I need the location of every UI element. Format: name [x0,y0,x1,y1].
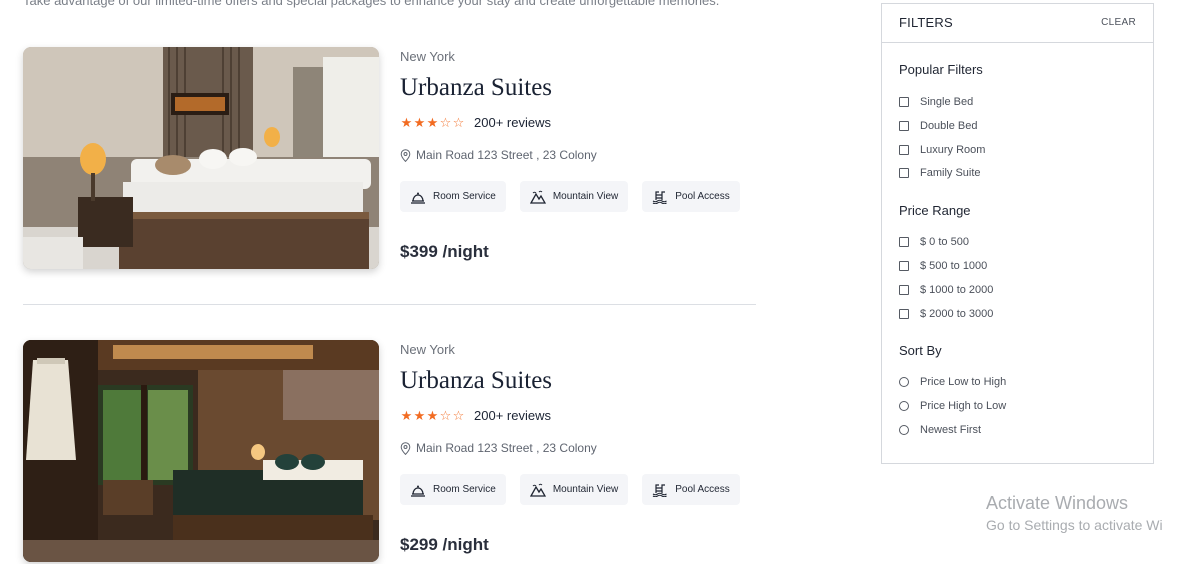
popular-filters-title: Popular Filters [899,62,983,77]
checkbox[interactable] [899,285,909,295]
sort-newest-first[interactable]: Newest First [899,424,981,436]
hotel-photo[interactable] [23,47,379,269]
hotel-rating: ★ ★ ★ ☆ ☆ 200+ reviews [400,408,551,423]
star-filled-icon: ★ [426,114,439,130]
amenity-label: Room Service [433,191,496,202]
star-empty-icon: ☆ [452,407,465,423]
filter-luxury-room[interactable]: Luxury Room [899,144,985,156]
checkbox[interactable] [899,309,909,319]
hotel-address: Main Road 123 Street , 23 Colony [400,441,597,455]
activate-windows-watermark: Activate Windows Go to Settings to activ… [986,493,1163,533]
listing-divider [23,304,756,305]
star-filled-icon: ★ [413,407,426,423]
star-empty-icon: ☆ [452,114,465,130]
hotel-card[interactable]: New York Urbanza Suites ★ ★ ★ ☆ ☆ 200+ r… [23,47,756,271]
hotel-price: $299 /night [400,535,489,554]
option-label: $ 2000 to 3000 [920,308,994,320]
checkbox[interactable] [899,97,909,107]
hotel-price: $399 /night [400,242,489,261]
amenity-label: Room Service [433,484,496,495]
filter-price-2000-3000[interactable]: $ 2000 to 3000 [899,308,993,320]
bell-icon [411,192,425,204]
star-filled-icon: ★ [400,114,413,130]
filter-double-bed[interactable]: Double Bed [899,120,978,132]
option-label: Double Bed [920,120,978,132]
radio-button[interactable] [899,401,909,411]
sort-price-high-low[interactable]: Price High to Low [899,400,1006,412]
clear-filters-button[interactable]: CLEAR [1101,17,1136,28]
filter-price-500-1000[interactable]: $ 500 to 1000 [899,260,987,272]
amenity-label: Pool Access [675,191,730,202]
amenity-mountain-view: Mountain View [519,181,629,212]
filter-price-0-500[interactable]: $ 0 to 500 [899,236,969,248]
sort-price-low-high[interactable]: Price Low to High [899,376,1006,388]
hotel-city: New York [400,342,455,357]
filter-family-suite[interactable]: Family Suite [899,167,981,179]
mountain-icon [529,190,546,204]
bell-icon [411,485,425,497]
mountain-icon [529,483,546,497]
hotel-name[interactable]: Urbanza Suites [400,74,552,102]
star-rating: ★ ★ ★ ☆ ☆ [400,407,465,423]
amenity-pool-access: Pool Access [642,181,740,212]
hotel-photo[interactable] [23,340,379,562]
location-pin-icon [400,148,411,162]
pool-icon [652,190,668,204]
radio-button[interactable] [899,425,909,435]
hotel-card[interactable]: New York Urbanza Suites ★ ★ ★ ☆ ☆ 200+ r… [23,340,756,564]
option-label: Price Low to High [920,376,1007,388]
option-label: Family Suite [920,167,981,179]
option-label: Luxury Room [920,144,986,156]
star-empty-icon: ☆ [439,407,452,423]
sort-by-title: Sort By [899,343,942,358]
filters-panel: FILTERS CLEAR Popular Filters Single Bed… [881,3,1154,464]
review-count[interactable]: 200+ reviews [474,115,551,130]
hotel-name[interactable]: Urbanza Suites [400,367,552,395]
hotel-address: Main Road 123 Street , 23 Colony [400,148,597,162]
star-filled-icon: ★ [400,407,413,423]
checkbox[interactable] [899,261,909,271]
hotel-rating: ★ ★ ★ ☆ ☆ 200+ reviews [400,115,551,130]
option-label: Price High to Low [920,400,1007,412]
checkbox[interactable] [899,237,909,247]
amenity-mountain-view: Mountain View [519,474,629,505]
star-rating: ★ ★ ★ ☆ ☆ [400,114,465,130]
watermark-subtitle: Go to Settings to activate Wi [986,517,1163,533]
option-label: Newest First [920,424,982,436]
intro-text: Take advantage of our limited-time offer… [23,0,720,8]
star-filled-icon: ★ [426,407,439,423]
address-text: Main Road 123 Street , 23 Colony [416,148,597,162]
option-label: $ 500 to 1000 [920,260,988,272]
amenity-list: Room Service Mountain View Pool Access [400,474,754,505]
address-text: Main Road 123 Street , 23 Colony [416,441,597,455]
amenity-room-service: Room Service [400,181,506,212]
amenity-label: Mountain View [552,484,619,495]
filter-price-1000-2000[interactable]: $ 1000 to 2000 [899,284,993,296]
filter-single-bed[interactable]: Single Bed [899,96,973,108]
amenity-list: Room Service Mountain View Pool Access [400,181,754,212]
amenity-label: Pool Access [675,484,730,495]
price-range-title: Price Range [899,203,971,218]
star-empty-icon: ☆ [439,114,452,130]
radio-button[interactable] [899,377,909,387]
amenity-label: Mountain View [552,191,619,202]
filters-header: FILTERS CLEAR [882,4,1153,43]
star-filled-icon: ★ [413,114,426,130]
option-label: $ 1000 to 2000 [920,284,994,296]
amenity-pool-access: Pool Access [642,474,740,505]
checkbox[interactable] [899,121,909,131]
option-label: Single Bed [920,96,974,108]
pool-icon [652,483,668,497]
checkbox[interactable] [899,168,909,178]
location-pin-icon [400,441,411,455]
hotel-city: New York [400,49,455,64]
filters-title: FILTERS [899,15,953,30]
review-count[interactable]: 200+ reviews [474,408,551,423]
option-label: $ 0 to 500 [920,236,969,248]
checkbox[interactable] [899,145,909,155]
watermark-title: Activate Windows [986,493,1129,513]
amenity-room-service: Room Service [400,474,506,505]
